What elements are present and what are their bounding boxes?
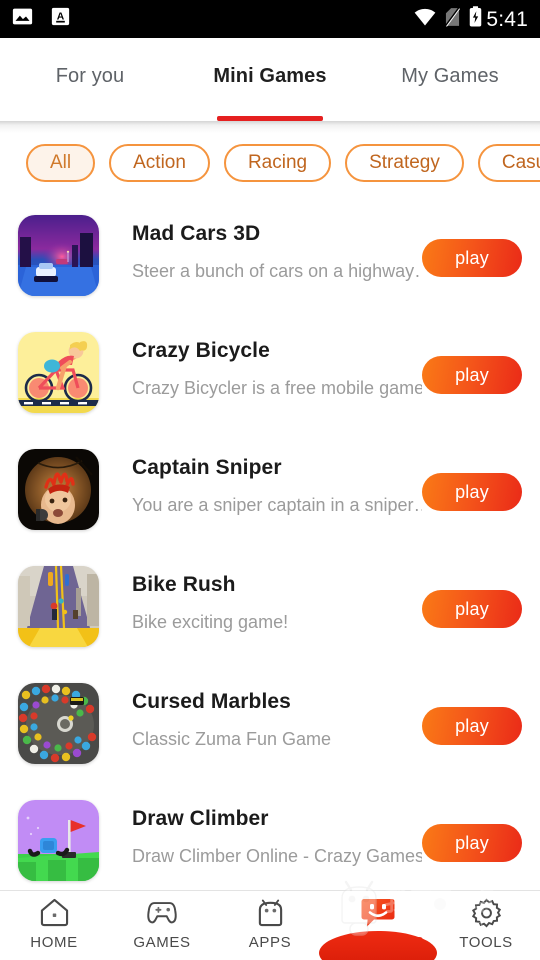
tab-bar-shadow — [0, 121, 540, 133]
gear-icon — [471, 896, 502, 929]
app-screen: A 5:41 For you Mini Games My Games All A… — [0, 0, 540, 960]
chip-casual[interactable]: Casual — [477, 144, 540, 182]
smiley-chat-icon — [361, 896, 395, 929]
game-description: Bike exciting game! — [132, 612, 289, 633]
draw-climber-thumbnail — [18, 800, 99, 881]
nav-item-label: GAMES — [133, 934, 191, 951]
game-title: Mad Cars 3D — [132, 222, 261, 245]
mad-cars-3d-thumbnail — [18, 215, 99, 296]
screenshot-a-icon: A — [51, 6, 70, 32]
nav-item-label: APPS — [248, 934, 292, 951]
bike-rush-thumbnail — [18, 566, 99, 647]
bottom-navigation-bar: HOME GAMES APPS TOOLS — [0, 890, 540, 960]
mini-games-list[interactable]: Mad Cars 3D Steer a bunch of cars on a h… — [0, 203, 540, 890]
list-item[interactable]: Mad Cars 3D Steer a bunch of cars on a h… — [0, 203, 540, 320]
list-item-text: Draw Climber Draw Climber Online - Crazy… — [132, 800, 422, 868]
status-bar-left-icons: A — [12, 6, 70, 32]
play-button[interactable]: play — [422, 707, 522, 745]
tab-label: Mini Games — [213, 65, 327, 87]
home-icon — [39, 896, 70, 929]
status-bar-right-icons — [414, 6, 482, 32]
tab-for-you[interactable]: For you — [0, 38, 180, 121]
battery-charging-icon — [469, 6, 482, 32]
play-button[interactable]: play — [422, 356, 522, 394]
list-item[interactable]: Cursed Marbles Classic Zuma Fun Game pla… — [0, 671, 540, 788]
tab-mini-games[interactable]: Mini Games — [180, 38, 360, 121]
game-title: Bike Rush — [132, 573, 236, 596]
tab-label: My Games — [401, 65, 499, 87]
top-tab-bar: For you Mini Games My Games — [0, 38, 540, 121]
list-item[interactable]: Captain Sniper You are a sniper captain … — [0, 437, 540, 554]
status-bar-clock: 5:41 — [486, 7, 528, 31]
list-item[interactable]: Draw Climber Draw Climber Online - Crazy… — [0, 788, 540, 890]
nav-item-games[interactable]: GAMES — [108, 896, 216, 951]
play-button[interactable]: play — [422, 239, 522, 277]
no-sim-icon — [445, 6, 461, 32]
nav-item-mini-games[interactable]: mini-GAMES — [319, 896, 437, 960]
gamepad-icon — [145, 896, 179, 929]
list-item-text: Bike Rush Bike exciting game! — [132, 566, 422, 634]
game-title: Draw Climber — [132, 807, 269, 830]
chip-all[interactable]: All — [26, 144, 96, 182]
nav-item-label: HOME — [30, 934, 78, 951]
tab-label: For you — [55, 65, 125, 87]
game-title: Cursed Marbles — [132, 690, 291, 713]
play-button[interactable]: play — [422, 590, 522, 628]
play-button[interactable]: play — [422, 824, 522, 862]
cursed-marbles-thumbnail — [18, 683, 99, 764]
list-item[interactable]: Crazy Bicycle Crazy Bicycler is a free m… — [0, 320, 540, 437]
game-description: You are a sniper captain in a sniper… — [132, 495, 422, 516]
game-title: Crazy Bicycle — [132, 339, 270, 362]
game-description: Classic Zuma Fun Game — [132, 729, 332, 750]
list-item-text: Captain Sniper You are a sniper captain … — [132, 449, 422, 517]
wifi-icon — [414, 8, 436, 31]
list-item-text: Mad Cars 3D Steer a bunch of cars on a h… — [132, 215, 422, 283]
game-title: Captain Sniper — [132, 456, 282, 479]
play-button[interactable]: play — [422, 473, 522, 511]
chip-action[interactable]: Action — [109, 144, 210, 182]
game-description: Steer a bunch of cars on a highway… — [132, 261, 422, 282]
nav-item-label: TOOLS — [459, 934, 513, 951]
status-bar: A 5:41 — [0, 0, 540, 38]
nav-item-home[interactable]: HOME — [0, 896, 108, 951]
list-item[interactable]: Bike Rush Bike exciting game! play — [0, 554, 540, 671]
android-icon — [255, 896, 286, 929]
game-description: Draw Climber Online - Crazy Games — [132, 846, 422, 867]
nav-item-apps[interactable]: APPS — [216, 896, 324, 951]
category-chip-row[interactable]: All Action Racing Strategy Casual — [0, 143, 540, 183]
captain-sniper-thumbnail — [18, 449, 99, 530]
game-description: Crazy Bicycler is a free mobile game… — [132, 378, 422, 399]
image-icon — [12, 6, 33, 32]
chip-strategy[interactable]: Strategy — [345, 144, 464, 182]
list-item-text: Crazy Bicycle Crazy Bicycler is a free m… — [132, 332, 422, 400]
nav-item-tools[interactable]: TOOLS — [432, 896, 540, 951]
chip-racing[interactable]: Racing — [223, 144, 332, 182]
list-item-text: Cursed Marbles Classic Zuma Fun Game — [132, 683, 422, 751]
crazy-bicycle-thumbnail — [18, 332, 99, 413]
tab-my-games[interactable]: My Games — [360, 38, 540, 121]
